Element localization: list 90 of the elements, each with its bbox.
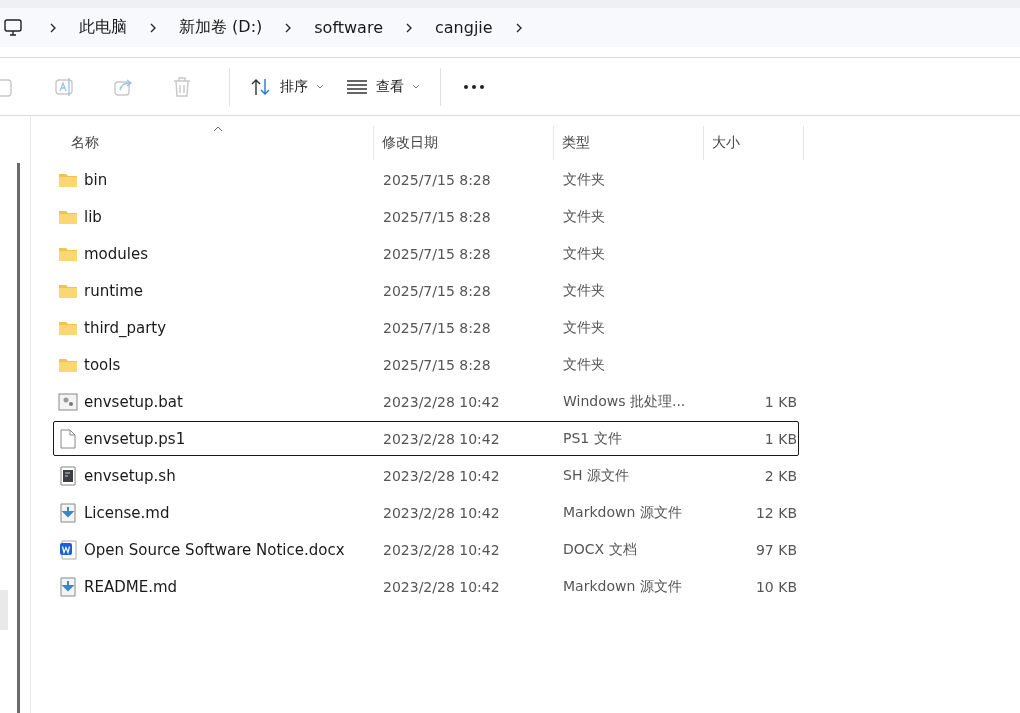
- modified-date: 2025/7/15 8:28: [382, 245, 492, 262]
- modified-date: 2023/2/28 10:42: [382, 578, 501, 595]
- breadcrumb-item[interactable]: software: [314, 18, 383, 37]
- file-name: lib: [84, 207, 102, 226]
- script-file-icon: [58, 465, 78, 486]
- file-type: 文件夹: [562, 281, 606, 300]
- file-name: bin: [84, 170, 108, 189]
- file-type: SH 源文件: [562, 466, 630, 485]
- file-row[interactable]: third_party 2025/7/15 8:28 文件夹: [53, 310, 799, 345]
- file-row[interactable]: tools 2025/7/15 8:28 文件夹: [53, 347, 799, 382]
- breadcrumb-item[interactable]: cangjie: [435, 18, 493, 37]
- file-name: envsetup.ps1: [84, 429, 186, 448]
- view-button[interactable]: 查看: [344, 73, 422, 100]
- gear-file-icon: [58, 392, 78, 411]
- caret-icon: [316, 83, 324, 90]
- file-type: Windows 批处理...: [562, 392, 687, 411]
- modified-date: 2023/2/28 10:42: [382, 541, 501, 558]
- file-type: Markdown 源文件: [562, 503, 683, 522]
- modified-date: 2025/7/15 8:28: [382, 208, 492, 225]
- file-icon: [58, 428, 78, 449]
- file-row[interactable]: modules 2025/7/15 8:28 文件夹: [53, 236, 799, 271]
- modified-date: 2025/7/15 8:28: [382, 319, 492, 336]
- folder-icon: [58, 356, 78, 373]
- chevron-icon[interactable]: [284, 21, 293, 34]
- file-type: 文件夹: [562, 318, 606, 337]
- chevron-icon[interactable]: [514, 21, 523, 34]
- file-row[interactable]: lib 2025/7/15 8:28 文件夹: [53, 199, 799, 234]
- file-row[interactable]: bin 2025/7/15 8:28 文件夹: [53, 162, 799, 197]
- folder-icon: [58, 245, 78, 262]
- file-name: runtime: [84, 281, 144, 300]
- modified-date: 2025/7/15 8:28: [382, 171, 492, 188]
- word-document-icon: [58, 539, 78, 560]
- column-header[interactable]: 类型: [554, 126, 704, 160]
- chevron-icon[interactable]: [149, 21, 157, 34]
- computer-icon: [3, 17, 23, 38]
- breadcrumb-item[interactable]: 此电脑: [79, 17, 127, 38]
- modified-date: 2025/7/15 8:28: [382, 282, 492, 299]
- file-type: 文件夹: [562, 207, 606, 226]
- file-row[interactable]: License.md 2023/2/28 10:42 Markdown 源文件 12 KB: [53, 495, 799, 530]
- file-type: 文件夹: [562, 244, 606, 263]
- file-name: third_party: [84, 318, 167, 337]
- file-name: tools: [84, 355, 121, 374]
- file-size: 2 KB: [764, 467, 797, 484]
- file-name: modules: [84, 244, 149, 263]
- file-row[interactable]: envsetup.sh 2023/2/28 10:42 SH 源文件 2 KB: [53, 458, 799, 493]
- file-name: License.md: [84, 503, 170, 522]
- file-size: 12 KB: [755, 504, 797, 521]
- column-header[interactable]: 名称: [53, 126, 374, 160]
- file-size: 10 KB: [755, 578, 797, 595]
- file-name: envsetup.bat: [84, 392, 183, 411]
- download-file-icon: [58, 576, 78, 597]
- modified-date: 2023/2/28 10:42: [382, 467, 501, 484]
- modified-date: 2023/2/28 10:42: [382, 393, 501, 410]
- file-row[interactable]: envsetup.ps1 2023/2/28 10:42 PS1 文件 1 KB: [53, 421, 799, 456]
- chevron-icon[interactable]: [405, 21, 413, 34]
- file-size: 1 KB: [764, 430, 797, 447]
- file-row[interactable]: README.md 2023/2/28 10:42 Markdown 源文件 10 KB: [53, 569, 799, 604]
- breadcrumb-item[interactable]: 新加卷 (D:): [179, 17, 263, 38]
- file-type: 文件夹: [562, 170, 606, 189]
- file-row[interactable]: runtime 2025/7/15 8:28 文件夹: [53, 273, 799, 308]
- download-file-icon: [58, 502, 78, 523]
- folder-icon: [58, 208, 78, 225]
- file-name: envsetup.sh: [84, 466, 176, 485]
- caret-icon: [412, 83, 420, 90]
- folder-icon: [58, 171, 78, 188]
- column-header[interactable]: 大小: [704, 126, 804, 160]
- file-type: PS1 文件: [562, 429, 623, 448]
- file-name: Open Source Software Notice.docx: [84, 540, 345, 559]
- more-options-icon[interactable]: [463, 83, 485, 90]
- file-row[interactable]: Open Source Software Notice.docx 2023/2/28 10:42 DOCX 文档 97 KB: [53, 532, 799, 567]
- file-type: DOCX 文档: [562, 540, 638, 559]
- file-size: 97 KB: [755, 541, 797, 558]
- file-type: Markdown 源文件: [562, 577, 683, 596]
- modified-date: 2023/2/28 10:42: [382, 504, 501, 521]
- modified-date: 2023/2/28 10:42: [382, 430, 501, 447]
- folder-icon: [58, 282, 78, 299]
- sort-button[interactable]: 排序: [248, 72, 326, 101]
- column-header[interactable]: 修改日期: [374, 126, 554, 160]
- folder-icon: [58, 319, 78, 336]
- modified-date: 2025/7/15 8:28: [382, 356, 492, 373]
- chevron-icon[interactable]: [49, 21, 57, 34]
- address-bar[interactable]: 此电脑 新加卷 (D:) software cangjie: [0, 8, 1020, 47]
- sort-indicator-icon: [213, 126, 223, 132]
- file-name: README.md: [84, 577, 178, 596]
- list-lines-icon: [346, 78, 368, 95]
- file-type: 文件夹: [562, 355, 606, 374]
- sort-arrows-icon: [250, 76, 272, 97]
- file-size: 1 KB: [764, 393, 797, 410]
- scrollbar[interactable]: [17, 163, 20, 713]
- file-row[interactable]: envsetup.bat 2023/2/28 10:42 Windows 批处理... 1 KB: [53, 384, 799, 419]
